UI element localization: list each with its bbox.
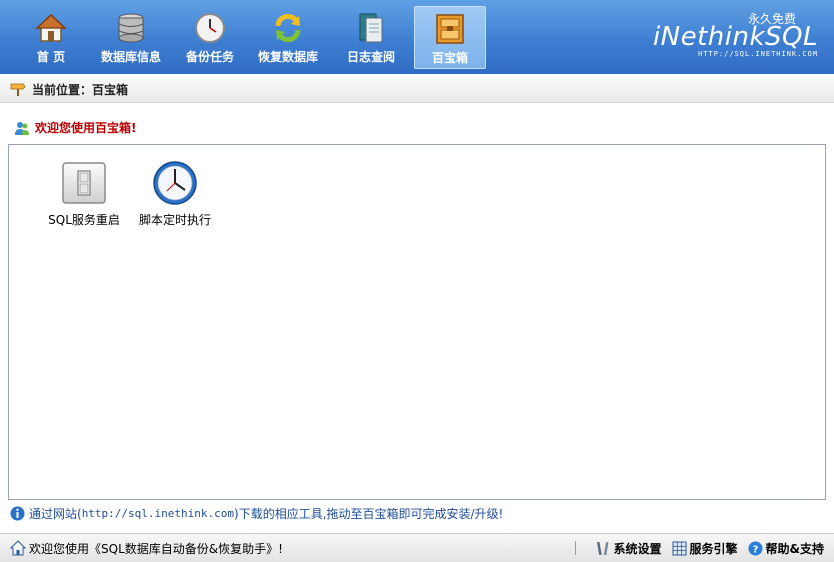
system-settings-link[interactable]: 系统设置	[596, 540, 662, 557]
nav-restore-database-label: 恢复数据库	[257, 50, 318, 64]
users-icon	[14, 120, 30, 136]
status-message: 欢迎您使用《SQL数据库自动备份&恢复助手》!	[0, 540, 575, 557]
brand: 永久免费 iNethinkSQL HTTP://SQL.INETHINK.COM	[653, 10, 818, 58]
nav-restore-database[interactable]: 恢复数据库	[242, 6, 334, 69]
breadcrumb-text: 当前位置：百宝箱	[32, 82, 129, 97]
grid-icon	[672, 541, 687, 556]
tool-script-scheduled-run[interactable]: 脚本定时执行	[130, 159, 220, 228]
svg-text:?: ?	[752, 544, 758, 555]
home-icon	[9, 540, 27, 556]
tool-sql-service-restart[interactable]: SQL服务重启	[39, 159, 129, 228]
tool-script-scheduled-run-label: 脚本定时执行	[138, 213, 211, 227]
free-label: 永久免费	[747, 12, 796, 26]
nav-home[interactable]: 首 页	[18, 6, 84, 69]
nav-toolbox[interactable]: 百宝箱	[414, 6, 486, 69]
log-book-icon	[354, 11, 388, 45]
refresh-icon	[271, 11, 305, 45]
nav-log-view[interactable]: 日志查阅	[334, 6, 408, 69]
toolbox-icon	[433, 12, 467, 46]
clock-icon	[193, 11, 227, 45]
info-icon	[10, 506, 25, 521]
nav-backup-tasks-label: 备份任务	[185, 50, 234, 64]
signpost-icon	[10, 82, 26, 96]
service-engine-link[interactable]: 服务引擎	[672, 540, 738, 557]
status-divider	[574, 541, 576, 555]
help-support-link[interactable]: ? 帮助&支持	[748, 540, 824, 557]
nav-backup-tasks[interactable]: 备份任务	[178, 6, 242, 69]
install-hint: 通过网站( http://sql.inethink.com )下载的相应工具,拖…	[10, 505, 503, 522]
clock-icon	[151, 159, 199, 207]
toolbox-panel: SQL服务重启 脚本定时执行	[8, 144, 826, 500]
nav-database-info-label: 数据库信息	[100, 50, 161, 64]
system-settings-label: 系统设置	[613, 541, 662, 556]
breadcrumb: 当前位置：百宝箱	[0, 76, 834, 103]
nav-toolbox-label: 百宝箱	[431, 51, 468, 65]
install-hint-prefix: 通过网站(	[29, 507, 82, 521]
nav-log-view-label: 日志查阅	[346, 50, 395, 64]
install-hint-suffix: )下载的相应工具,拖动至百宝箱即可完成安装/升级!	[234, 507, 504, 521]
status-message-text: 欢迎您使用《SQL数据库自动备份&恢复助手》!	[29, 541, 283, 556]
nav-home-label: 首 页	[36, 50, 66, 64]
main-nav: 首 页 数据库信息 备份任务 恢复数据库 日志查阅 百宝箱	[18, 6, 486, 69]
tool-sql-service-restart-label: SQL服务重启	[48, 213, 120, 227]
home-icon	[34, 11, 68, 45]
welcome-heading: 欢迎您使用百宝箱!	[14, 119, 136, 136]
status-bar: 欢迎您使用《SQL数据库自动备份&恢复助手》! 系统设置 服务引擎 ? 帮助&支…	[0, 533, 834, 562]
top-toolbar: 首 页 数据库信息 备份任务 恢复数据库 日志查阅 百宝箱 永久免费 iNeth…	[0, 0, 834, 74]
status-links: 系统设置 服务引擎 ? 帮助&支持	[574, 540, 834, 557]
switch-icon	[60, 159, 108, 207]
welcome-text: 欢迎您使用百宝箱!	[35, 121, 137, 135]
tools-icon	[596, 541, 611, 556]
help-icon: ?	[748, 541, 763, 556]
nav-database-info[interactable]: 数据库信息	[84, 6, 178, 69]
install-hint-url[interactable]: http://sql.inethink.com	[82, 507, 234, 520]
database-icon	[114, 11, 148, 45]
help-support-label: 帮助&支持	[765, 541, 824, 556]
service-engine-label: 服务引擎	[689, 541, 738, 556]
